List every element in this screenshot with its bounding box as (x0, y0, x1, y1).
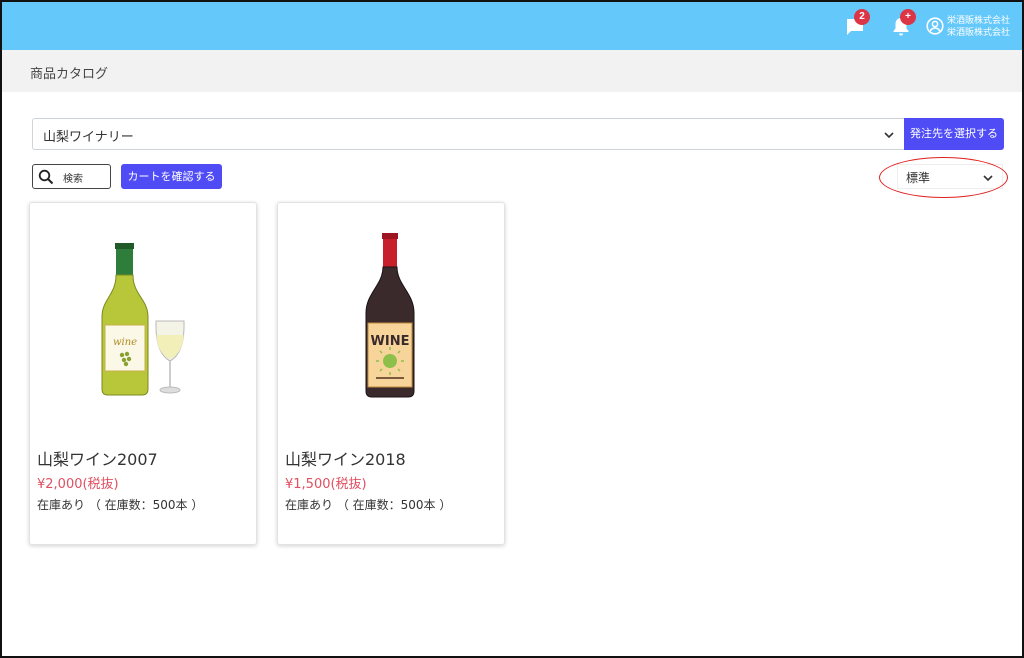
bottle-label-text: WINE (371, 334, 410, 349)
notification-badge: + (900, 9, 916, 25)
supplier-select[interactable]: 山梨ワイナリー (32, 118, 904, 150)
search-label: 検索 (63, 174, 83, 185)
chevron-down-icon (983, 175, 993, 182)
product-stock-status: 在庫あり （ 在庫数：500本 ） (37, 498, 204, 512)
white-wine-image: wine (101, 243, 185, 396)
messages-button[interactable]: 2 (844, 9, 870, 38)
notifications-button[interactable]: + (890, 9, 916, 38)
view-cart-button[interactable]: カートを確認する (121, 164, 222, 189)
product-stock-status: 在庫あり （ 在庫数：500本 ） (285, 498, 452, 512)
product-card[interactable]: wine 山梨ワイン2007 ¥2,000(税抜) 在庫あり （ 在庫数：500… (29, 202, 257, 545)
select-supplier-button[interactable]: 発注先を選択する (904, 118, 1004, 150)
product-price: ¥1,500(税抜) (285, 477, 367, 492)
search-button[interactable]: 検索 (32, 164, 111, 189)
message-count-badge: 2 (854, 9, 870, 25)
company-name[interactable]: 栄酒販株式会社 栄酒販株式会社 (947, 15, 1010, 39)
red-wine-image: WINE (365, 233, 415, 398)
supplier-selected-value: 山梨ワイナリー (43, 130, 134, 145)
sort-order-select[interactable]: 標準 (897, 164, 1003, 189)
search-icon (38, 169, 54, 185)
product-name[interactable]: 山梨ワイン2007 (37, 446, 158, 470)
chevron-down-icon (884, 132, 894, 139)
company-name-line1: 栄酒販株式会社 (947, 16, 1011, 26)
product-name[interactable]: 山梨ワイン2018 (285, 446, 406, 470)
account-icon[interactable] (926, 17, 944, 35)
product-card[interactable]: WINE 山梨ワイン2018 ¥1,500(税抜) 在庫あり （ 在庫数：500… (277, 202, 505, 545)
company-name-line2: 栄酒販株式会社 (947, 28, 1011, 38)
product-price: ¥2,000(税抜) (37, 477, 119, 492)
app-window: 2 + 栄酒販株式会社 栄酒販株式会社 商品カタログ 山梨ワイナリー 発注先を選… (0, 0, 1024, 658)
top-navigation-bar: 2 + 栄酒販株式会社 栄酒販株式会社 (2, 2, 1022, 50)
page-title: 商品カタログ (30, 67, 109, 82)
page-header: 商品カタログ (2, 50, 1022, 92)
bottle-label-text: wine (113, 337, 137, 348)
sort-selected-value: 標準 (906, 171, 931, 185)
